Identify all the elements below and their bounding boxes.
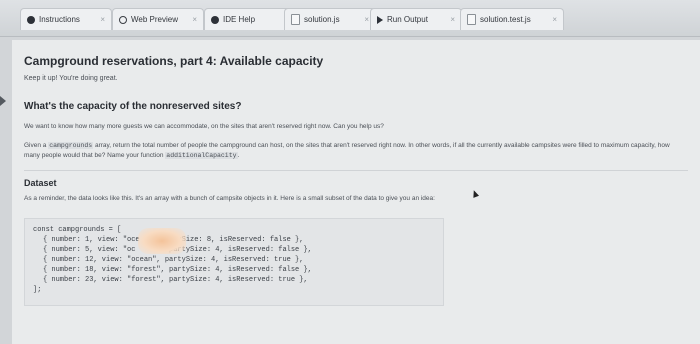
close-icon[interactable]: ×: [450, 15, 455, 24]
close-icon[interactable]: ×: [552, 15, 557, 24]
tab-label: Run Output: [387, 15, 428, 24]
tab-web-preview[interactable]: Web Preview ×: [112, 8, 204, 30]
tab-label: solution.test.js: [480, 15, 531, 24]
intro-text: We want to know how many more guests we …: [24, 123, 384, 130]
tab-label: IDE Help: [223, 15, 256, 24]
divider: [24, 170, 688, 171]
tab-label: Web Preview: [131, 15, 178, 24]
dataset-text: As a reminder, the data looks like this.…: [24, 195, 435, 202]
file-icon: [467, 14, 476, 25]
code-block: const campgrounds = [ { number: 1, view:…: [24, 218, 444, 306]
code-line: { number: 18, view: "forest", partySize:…: [43, 266, 312, 274]
info-icon: [211, 15, 219, 24]
task-text: Given a campgrounds array, return the to…: [24, 141, 684, 161]
close-icon[interactable]: ×: [364, 15, 369, 24]
mouse-cursor-icon: [470, 189, 480, 198]
tab-label: Instructions: [39, 15, 80, 24]
code-line: { number: 23, view: "forest", partySize:…: [43, 276, 308, 284]
play-icon: [377, 15, 383, 24]
task-prefix: Given a: [24, 142, 47, 149]
tab-ide-help[interactable]: IDE Help ×: [204, 8, 296, 30]
close-icon[interactable]: ×: [192, 15, 197, 24]
inline-code: campgrounds: [48, 142, 94, 149]
glare-blur: [138, 228, 186, 254]
tab-run-output[interactable]: Run Output ×: [370, 8, 462, 30]
tab-label: solution.js: [304, 15, 340, 24]
code-line: { number: 5, view: "oc partySize: 4, isR…: [43, 246, 312, 254]
task-end: .: [237, 152, 240, 159]
close-icon[interactable]: ×: [100, 15, 105, 24]
tab-bar: Instructions × Web Preview × IDE Help × …: [0, 0, 700, 37]
tab-instructions[interactable]: Instructions ×: [20, 8, 112, 30]
subtitle: Keep it up! You're doing great.: [24, 75, 118, 82]
globe-icon: [119, 15, 127, 24]
tab-solution-js[interactable]: solution.js ×: [284, 8, 376, 30]
question-heading: What's the capacity of the nonreserved s…: [24, 101, 242, 112]
code-line: { number: 12, view: "ocean", partySize: …: [43, 256, 304, 264]
task-middle: array, return the total number of people…: [24, 142, 670, 159]
info-icon: [27, 15, 35, 24]
collapse-arrow-icon[interactable]: [0, 96, 6, 106]
code-line: const campgrounds = [: [33, 226, 122, 234]
page-title: Campground reservations, part 4: Availab…: [24, 54, 324, 68]
code-line: { number: 1, view: "oce artySize: 8, isR…: [43, 236, 304, 244]
tab-solution-test-js[interactable]: solution.test.js ×: [460, 8, 564, 30]
code-line: ];: [33, 286, 42, 294]
inline-code: additionalCapacity: [165, 152, 238, 159]
file-icon: [291, 14, 300, 25]
dataset-heading: Dataset: [24, 178, 57, 188]
instructions-panel: Campground reservations, part 4: Availab…: [12, 40, 700, 344]
